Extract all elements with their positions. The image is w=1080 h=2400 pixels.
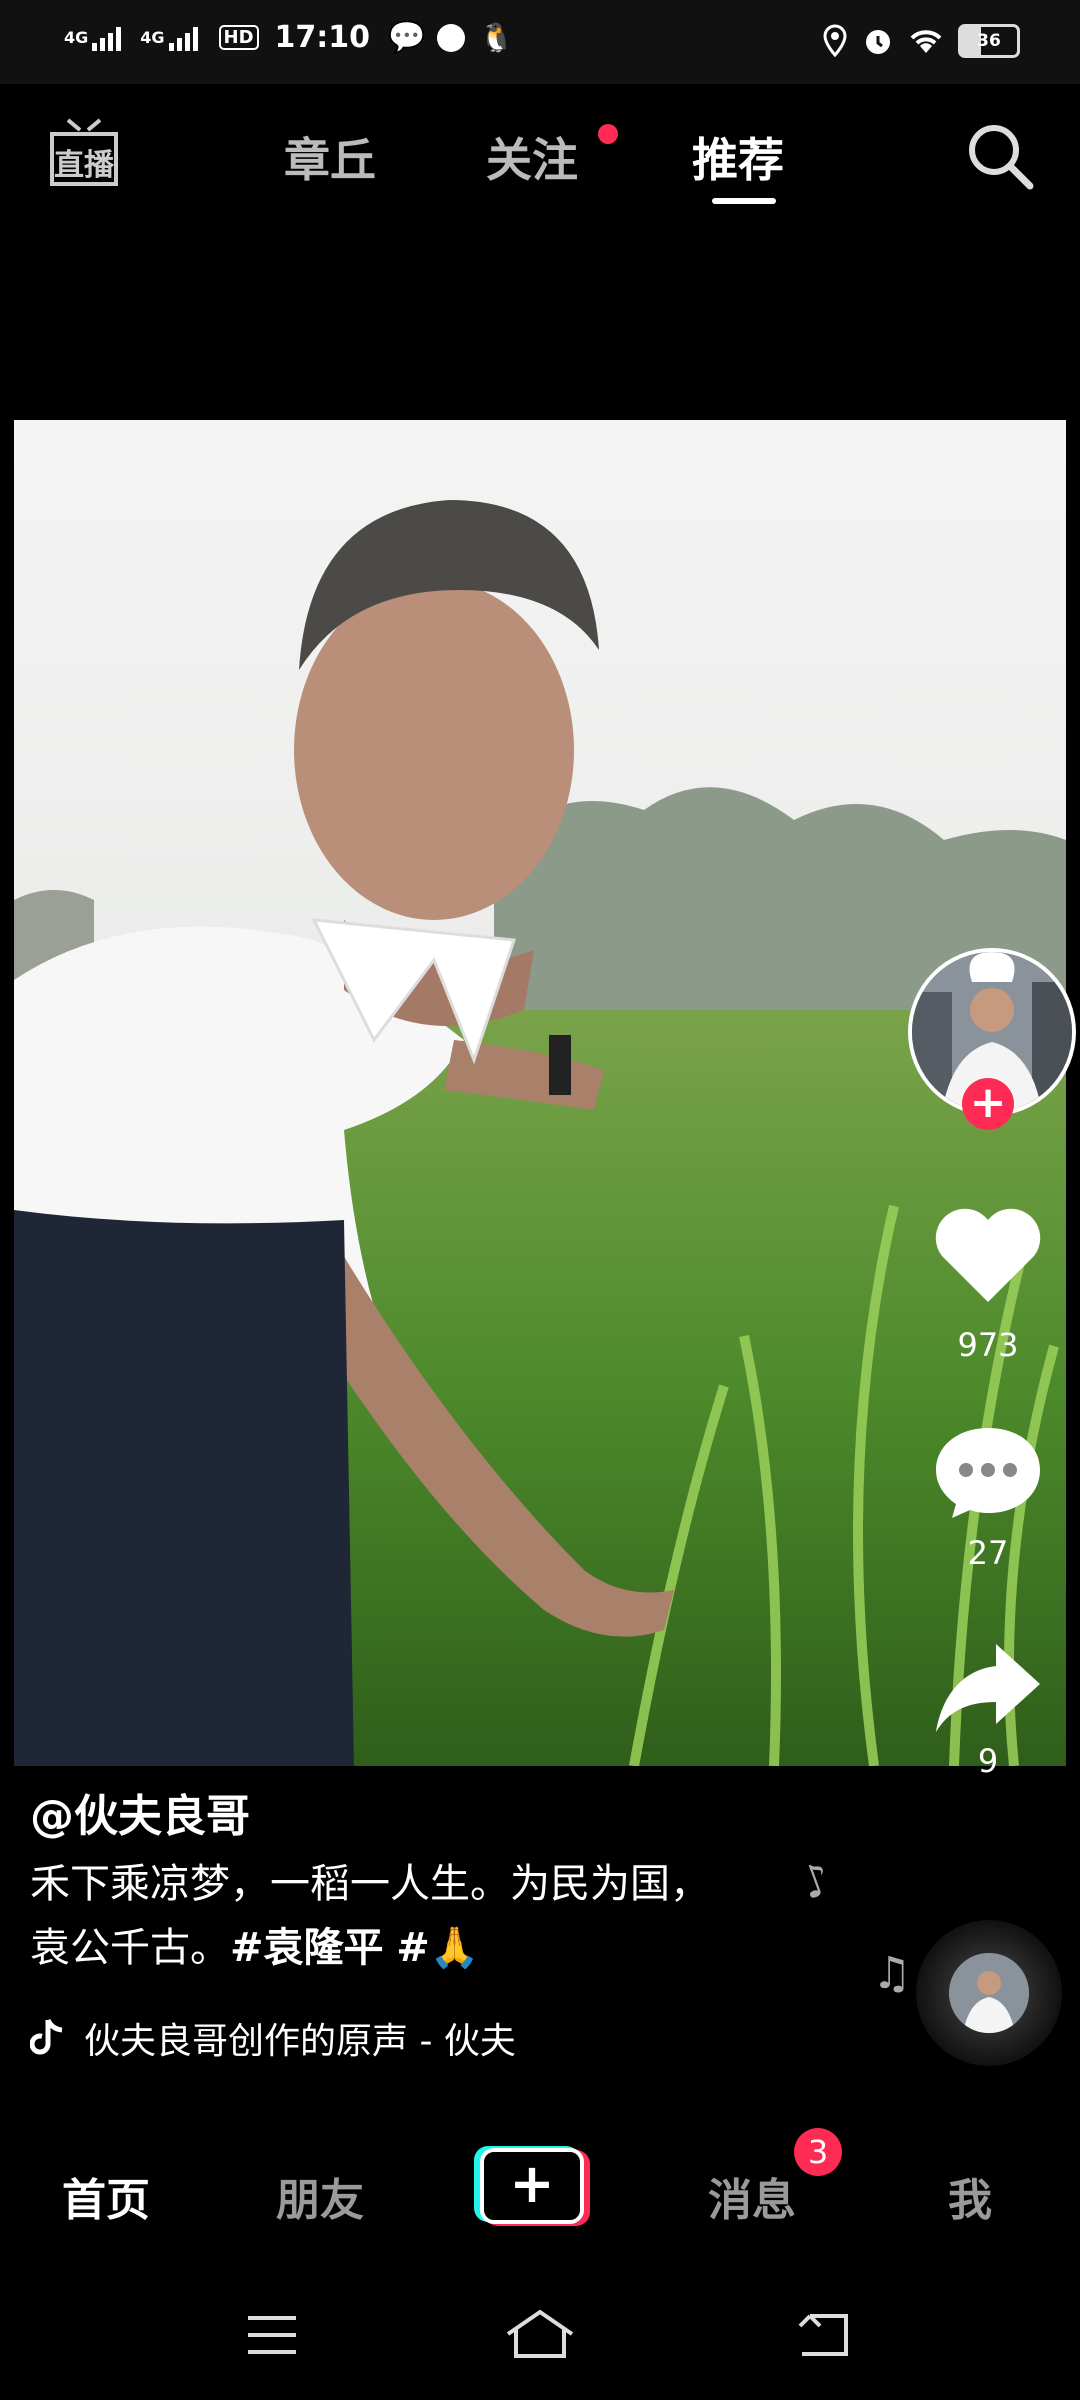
- hashtag-pray[interactable]: #🙏: [396, 1925, 479, 1971]
- chef-cover-image: [949, 1953, 1029, 2033]
- status-bar: 4G 4G HD 17:10 💬 🐧 36: [0, 0, 1080, 84]
- network-type-1: 4G: [64, 28, 89, 47]
- following-notification-dot: [598, 124, 618, 144]
- live-label: 直播: [54, 148, 114, 183]
- music-note-icon: ♫: [872, 1948, 912, 1999]
- search-icon[interactable]: [964, 120, 1036, 192]
- location-icon: [823, 24, 847, 58]
- comment-icon[interactable]: [934, 1424, 1042, 1520]
- qq-icon: 🐧: [479, 21, 515, 54]
- comment-count: 27: [967, 1534, 1009, 1572]
- menu-icon[interactable]: [246, 2314, 298, 2356]
- signal-strength-icon: [168, 25, 205, 51]
- douyin-note-icon: [30, 2018, 63, 2055]
- live-button[interactable]: 直播: [48, 116, 120, 192]
- post-caption[interactable]: 禾下乘凉梦，一稻一人生。为民为国，袁公千古。#袁隆平 #🙏: [30, 1852, 730, 1980]
- alarm-icon: [866, 30, 890, 54]
- tab-zhangqiu[interactable]: 章丘: [284, 124, 376, 190]
- hashtag-yuanlongping[interactable]: #袁隆平: [230, 1925, 384, 1971]
- author-name[interactable]: @伙夫良哥: [30, 1780, 250, 1844]
- tab-home[interactable]: 首页: [62, 2164, 150, 2228]
- music-note-icon: ♪: [794, 1852, 838, 1911]
- share-count: 9: [977, 1742, 999, 1780]
- video-frame[interactable]: [14, 420, 1066, 1766]
- tab-friends[interactable]: 朋友: [276, 2164, 364, 2228]
- tab-following[interactable]: 关注: [486, 124, 578, 190]
- compass-icon: [437, 23, 466, 52]
- signal-group: 4G 4G HD 17:10 💬 🐧: [64, 20, 514, 55]
- music-row[interactable]: 伙夫良哥创作的原声 - 伙夫: [30, 2012, 570, 2064]
- clock: 17:10: [274, 20, 371, 55]
- follow-plus-button[interactable]: +: [962, 1078, 1014, 1130]
- signal-strength-icon: [92, 25, 128, 51]
- wifi-icon: [910, 30, 942, 53]
- battery-icon: 36: [958, 24, 1020, 58]
- like-count: 973: [957, 1326, 1019, 1364]
- video-image: [14, 420, 1066, 1766]
- tab-me[interactable]: 我: [948, 2164, 992, 2228]
- messages-badge: 3: [794, 2128, 842, 2176]
- home-icon[interactable]: [504, 2308, 576, 2360]
- plus-icon: +: [509, 2152, 555, 2215]
- share-icon[interactable]: [934, 1640, 1042, 1736]
- status-right: 36: [822, 24, 1020, 58]
- active-tab-indicator: [712, 198, 776, 204]
- music-title: 伙夫良哥创作的原声 - 伙夫: [84, 2021, 516, 2062]
- hd-badge: HD: [218, 25, 259, 50]
- tab-messages[interactable]: 消息: [708, 2164, 796, 2228]
- network-type-2: 4G: [140, 28, 165, 47]
- wechat-icon: 💬: [388, 20, 426, 55]
- heart-icon[interactable]: [932, 1206, 1044, 1306]
- back-icon[interactable]: [796, 2310, 852, 2360]
- tab-recommend[interactable]: 推荐: [692, 124, 784, 190]
- music-disc-cover: [949, 1953, 1029, 2033]
- music-disc[interactable]: [916, 1920, 1062, 2066]
- create-post-button[interactable]: +: [474, 2146, 590, 2226]
